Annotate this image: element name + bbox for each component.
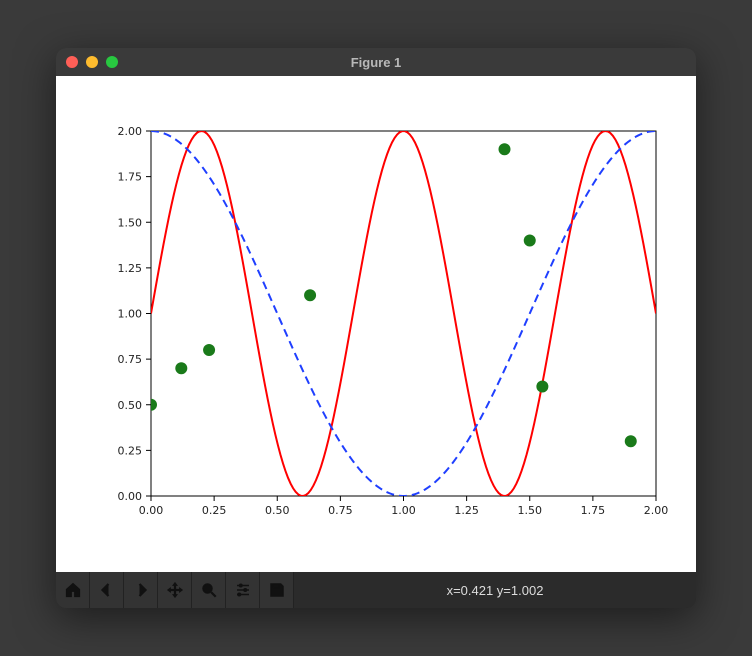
save-button[interactable] xyxy=(260,572,294,608)
svg-text:0.50: 0.50 xyxy=(118,399,143,412)
svg-text:1.00: 1.00 xyxy=(118,308,143,321)
window-title: Figure 1 xyxy=(56,55,696,70)
svg-text:2.00: 2.00 xyxy=(118,125,143,138)
zoom-window-icon[interactable] xyxy=(106,56,118,68)
svg-text:1.25: 1.25 xyxy=(118,262,143,275)
chart-canvas: 0.00 0.25 0.50 0.75 1.00 1.25 1.50 1.75 2.00 0.00… xyxy=(56,76,696,572)
configure-button[interactable] xyxy=(226,572,260,608)
titlebar: Figure 1 xyxy=(56,48,696,76)
svg-text:1.50: 1.50 xyxy=(118,216,143,229)
figure-window: Figure 1 0.00 0.25 0.50 0.75 1.00 1.25 1.50 1.7… xyxy=(56,48,696,608)
svg-text:0.75: 0.75 xyxy=(328,504,353,517)
zoom-button[interactable] xyxy=(192,572,226,608)
zoom-icon xyxy=(200,581,218,599)
close-icon[interactable] xyxy=(66,56,78,68)
save-icon xyxy=(268,581,286,599)
svg-text:1.75: 1.75 xyxy=(581,504,606,517)
home-button[interactable] xyxy=(56,572,90,608)
pan-icon xyxy=(166,581,184,599)
coord-readout: x=0.421 y=1.002 xyxy=(294,583,696,598)
svg-text:0.25: 0.25 xyxy=(118,444,143,457)
svg-text:0.75: 0.75 xyxy=(118,353,143,366)
svg-text:0.00: 0.00 xyxy=(139,504,164,517)
svg-text:1.50: 1.50 xyxy=(518,504,543,517)
svg-text:1.75: 1.75 xyxy=(118,171,143,184)
minimize-icon[interactable] xyxy=(86,56,98,68)
svg-text:1.00: 1.00 xyxy=(391,504,416,517)
plot-area[interactable]: 0.00 0.25 0.50 0.75 1.00 1.25 1.50 1.75 2.00 0.00… xyxy=(56,76,696,572)
forward-icon xyxy=(132,581,150,599)
svg-text:2.00: 2.00 xyxy=(644,504,669,517)
forward-button[interactable] xyxy=(124,572,158,608)
toolbar: x=0.421 y=1.002 xyxy=(56,572,696,608)
svg-text:0.50: 0.50 xyxy=(265,504,290,517)
svg-text:0.00: 0.00 xyxy=(118,490,143,503)
svg-text:0.25: 0.25 xyxy=(202,504,227,517)
configure-icon xyxy=(234,581,252,599)
home-icon xyxy=(64,581,82,599)
svg-text:1.25: 1.25 xyxy=(454,504,479,517)
pan-button[interactable] xyxy=(158,572,192,608)
traffic-lights xyxy=(66,56,118,68)
back-button[interactable] xyxy=(90,572,124,608)
back-icon xyxy=(98,581,116,599)
